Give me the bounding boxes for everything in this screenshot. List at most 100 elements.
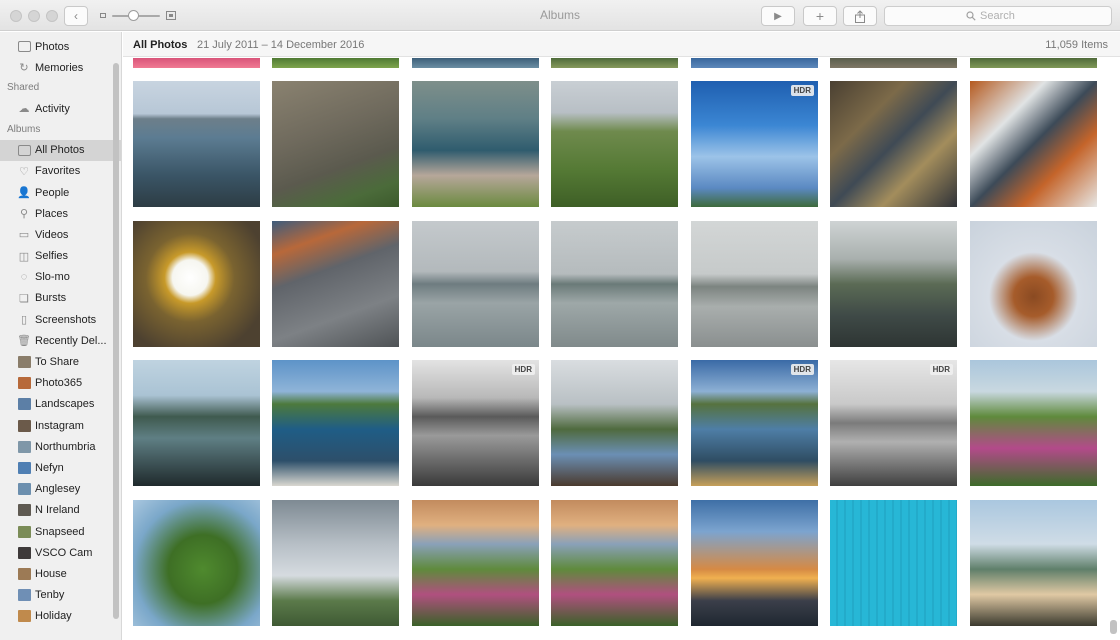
sidebar-item-nefyn[interactable]: Nefyn xyxy=(0,457,121,478)
sidebar-item-activity[interactable]: ☁ Activity xyxy=(0,98,121,119)
photo-thumbnail[interactable] xyxy=(691,221,818,347)
photo-thumbnail[interactable] xyxy=(133,500,260,626)
sidebar-item-selfies[interactable]: ◫ Selfies xyxy=(0,246,121,267)
photo-thumbnail[interactable] xyxy=(691,58,818,68)
sidebar-item-label: To Share xyxy=(35,356,80,369)
photo-thumbnail[interactable] xyxy=(272,58,399,68)
sidebar-item-label: Memories xyxy=(35,61,84,74)
hdr-badge: HDR xyxy=(929,364,953,375)
zoom-window-button[interactable] xyxy=(46,10,58,22)
plus-icon: + xyxy=(815,8,825,24)
heart-icon: ♡ xyxy=(19,165,29,178)
photo-thumbnail[interactable] xyxy=(551,221,678,347)
sidebar-item-videos[interactable]: ▭ Videos xyxy=(0,224,121,245)
sidebar-item-snapseed[interactable]: Snapseed xyxy=(0,521,121,542)
sidebar-item-recently-del[interactable]: 🗑 Recently Del... xyxy=(0,330,121,351)
sidebar-item-bursts[interactable]: ❏ Bursts xyxy=(0,288,121,309)
hdr-badge: HDR xyxy=(790,85,814,96)
item-count: 11,059 Items xyxy=(1045,39,1108,51)
sidebar-item-screenshots[interactable]: ▯ Screenshots xyxy=(0,309,121,330)
slider-knob[interactable] xyxy=(128,10,139,21)
sidebar-item-slo-mo[interactable]: ◌ Slo-mo xyxy=(0,267,121,288)
grid-scrollbar[interactable] xyxy=(1110,620,1117,634)
photo-thumbnail[interactable] xyxy=(970,221,1097,347)
photo-thumbnail[interactable] xyxy=(551,58,678,68)
sidebar-item-people[interactable]: 👤 People xyxy=(0,182,121,203)
sidebar-item-anglesey[interactable]: Anglesey xyxy=(0,479,121,500)
screenshot-icon: ▯ xyxy=(20,314,28,327)
share-button[interactable] xyxy=(843,6,877,26)
sidebar-item-label: Nefyn xyxy=(35,461,64,474)
album-thumb-icon xyxy=(17,377,31,390)
sidebar-item-favorites[interactable]: ♡ Favorites xyxy=(0,161,121,182)
photo-thumbnail[interactable] xyxy=(830,221,957,347)
sidebar-item-tenby[interactable]: Tenby xyxy=(0,585,121,606)
search-input[interactable] xyxy=(980,10,1030,22)
photo-thumbnail[interactable] xyxy=(272,221,399,347)
photo-thumbnail[interactable] xyxy=(551,81,678,207)
sidebar-item-photos[interactable]: Photos xyxy=(0,36,121,57)
photo-thumbnail[interactable] xyxy=(133,221,260,347)
close-window-button[interactable] xyxy=(10,10,22,22)
sidebar-item-memories[interactable]: ↻ Memories xyxy=(0,57,121,78)
photo-thumbnail[interactable] xyxy=(412,58,539,68)
album-thumb-icon xyxy=(17,525,31,538)
photo-thumbnail[interactable] xyxy=(272,360,399,486)
sidebar-item-holiday[interactable]: Holiday xyxy=(0,606,121,627)
small-thumbnail-icon xyxy=(100,13,106,18)
photo-grid: HDR HDR HDR HDR xyxy=(123,58,1120,640)
photo-thumbnail[interactable] xyxy=(691,500,818,626)
minimize-window-button[interactable] xyxy=(28,10,40,22)
photo-thumbnail[interactable] xyxy=(551,360,678,486)
sidebar-item-house[interactable]: House xyxy=(0,563,121,584)
album-thumb-icon xyxy=(17,567,31,580)
photo-thumbnail[interactable] xyxy=(830,81,957,207)
sidebar-item-instagram[interactable]: Instagram xyxy=(0,415,121,436)
sidebar-item-places[interactable]: ⚲ Places xyxy=(0,203,121,224)
thumbnail-size-slider[interactable] xyxy=(98,9,180,23)
sidebar-scrollbar[interactable] xyxy=(113,63,119,619)
sidebar-item-northumbria[interactable]: Northumbria xyxy=(0,436,121,457)
photo-thumbnail[interactable] xyxy=(412,81,539,207)
shared-list: ☁ Activity xyxy=(0,98,121,119)
sidebar-item-all-photos[interactable]: All Photos xyxy=(0,139,121,161)
albums-list: All Photos ♡ Favorites 👤 People ⚲ Places ▭ Video… xyxy=(0,139,121,627)
activity-icon: ☁ xyxy=(18,103,30,116)
photo-thumbnail[interactable] xyxy=(412,221,539,347)
albums-section-title: Albums xyxy=(7,123,41,135)
photo-thumbnail[interactable] xyxy=(272,500,399,626)
photo-thumbnail[interactable]: HDR xyxy=(691,81,818,207)
photo-thumbnail[interactable] xyxy=(970,500,1097,626)
slideshow-button[interactable]: ▶ xyxy=(761,6,795,26)
sidebar-item-label: Landscapes xyxy=(35,398,95,411)
photo-thumbnail[interactable] xyxy=(133,360,260,486)
photo-thumbnail[interactable] xyxy=(133,81,260,207)
album-thumb-icon xyxy=(17,589,31,602)
photo-thumbnail[interactable] xyxy=(551,500,678,626)
photo-thumbnail[interactable] xyxy=(830,500,957,626)
photo-thumbnail[interactable] xyxy=(412,500,539,626)
photos-icon xyxy=(17,40,31,53)
add-button[interactable]: + xyxy=(803,6,837,26)
photo-thumbnail[interactable] xyxy=(970,81,1097,207)
sidebar-item-photo365[interactable]: Photo365 xyxy=(0,373,121,394)
hdr-badge: HDR xyxy=(790,364,814,375)
sidebar-item-vsco-cam[interactable]: VSCO Cam xyxy=(0,542,121,563)
photo-thumbnail[interactable] xyxy=(970,58,1097,68)
photo-thumbnail[interactable] xyxy=(970,360,1097,486)
sidebar-item-landscapes[interactable]: Landscapes xyxy=(0,394,121,415)
header-title: All Photos xyxy=(133,39,188,51)
sidebar-item-label: Holiday xyxy=(35,610,72,623)
photo-thumbnail[interactable]: HDR xyxy=(830,360,957,486)
photo-thumbnail[interactable] xyxy=(830,58,957,68)
search-field[interactable] xyxy=(884,6,1112,26)
all-photos-icon xyxy=(17,144,31,157)
photo-thumbnail[interactable]: HDR xyxy=(691,360,818,486)
sidebar-item-to-share[interactable]: To Share xyxy=(0,351,121,372)
photo-thumbnail[interactable] xyxy=(272,81,399,207)
back-button[interactable]: ‹ xyxy=(64,6,88,26)
photo-thumbnail[interactable]: HDR xyxy=(412,360,539,486)
sidebar-item-n-ireland[interactable]: N Ireland xyxy=(0,500,121,521)
photo-thumbnail[interactable] xyxy=(133,58,260,68)
album-thumb-icon xyxy=(17,610,31,623)
